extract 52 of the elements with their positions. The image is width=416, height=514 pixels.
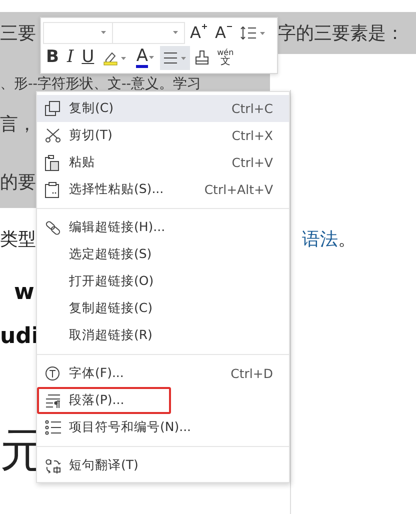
document-text: 、形--字符形状、文--意义。学习	[0, 77, 201, 91]
link-icon	[45, 220, 61, 236]
plus-icon	[202, 24, 207, 28]
menu-item[interactable]: 取消超链接(R)	[37, 322, 289, 349]
copy-icon	[45, 101, 60, 116]
caret-icon	[101, 31, 106, 34]
menu-item[interactable]: 选择性粘贴(S)... Ctrl+Alt+V	[37, 176, 289, 203]
document-text: 三要	[0, 22, 36, 45]
grow-font-button[interactable]: A	[187, 20, 210, 44]
menu-item[interactable]: 复制(C) Ctrl+C	[37, 95, 289, 122]
menu-item[interactable]: 选定超链接(S)	[37, 241, 289, 268]
translate-icon	[45, 458, 61, 474]
font-icon	[45, 366, 60, 381]
shortcut-text: Ctrl+V	[232, 155, 273, 170]
scissors-icon	[45, 128, 61, 143]
underline-button[interactable]: U	[78, 46, 98, 70]
highlighter-icon	[102, 50, 128, 66]
bold-button[interactable]: B	[43, 46, 62, 70]
shrink-font-button[interactable]: A	[212, 20, 235, 44]
align-button[interactable]	[160, 46, 190, 70]
shortcut-text: Ctrl+Alt+V	[204, 182, 273, 197]
document-text: 类型	[0, 228, 36, 251]
menu-item[interactable]: 复制超链接(C)	[37, 295, 289, 322]
shortcut-text: Ctrl+D	[230, 366, 273, 381]
document-text: 言，	[0, 112, 36, 136]
clipboard-icon	[45, 154, 60, 170]
menu-item[interactable]: 短句翻译(T)	[37, 452, 289, 479]
italic-button[interactable]: I	[64, 46, 77, 70]
shortcut-text: Ctrl+C	[232, 101, 273, 116]
menu-item[interactable]: 段落(P)...	[37, 387, 171, 414]
brush-icon	[195, 50, 210, 65]
shortcut-text: Ctrl+X	[232, 128, 273, 143]
line-spacing-icon	[240, 26, 266, 40]
font-color-button[interactable]: A	[133, 46, 158, 70]
document-link[interactable]: 语法	[302, 229, 338, 250]
menu-item[interactable]: 粘贴 Ctrl+V	[37, 149, 289, 176]
menu-item[interactable]: 编辑超链接(H)...	[37, 214, 289, 241]
document-text: 字的三要素是：	[278, 22, 404, 45]
menu-item[interactable]: 项目符号和编号(N)...	[37, 414, 289, 441]
clipboard-icon	[45, 182, 60, 198]
menu-item[interactable]: 打开超链接(O)	[37, 268, 289, 295]
menu-item[interactable]: 字体(F)... Ctrl+D	[37, 360, 289, 387]
align-icon	[163, 50, 188, 64]
minus-icon	[226, 24, 232, 28]
pinyin-button[interactable]: wén 文	[214, 46, 237, 70]
document-text: w	[14, 280, 34, 304]
paragraph-icon	[45, 394, 61, 408]
caret-icon	[173, 31, 178, 34]
document-sentence: 语法。	[302, 228, 356, 251]
bullet-list-icon	[45, 420, 61, 435]
document-text: 的要	[0, 170, 36, 194]
menu-item[interactable]: 剪切(T) Ctrl+X	[37, 122, 289, 149]
